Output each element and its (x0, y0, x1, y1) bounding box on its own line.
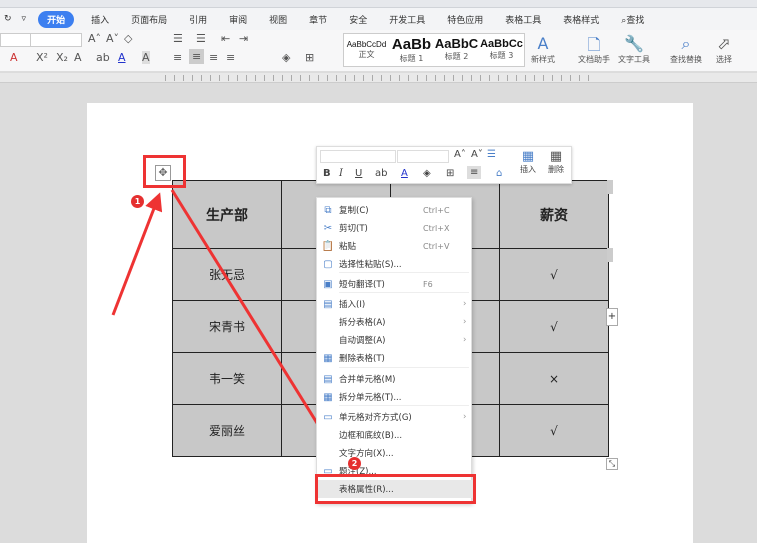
menu-item-label: 自动调整(A) (339, 336, 386, 346)
menu-item-icon: ▢ (323, 258, 333, 270)
context-menu-item[interactable]: ▢ 选择性粘贴(S)... (317, 255, 473, 273)
context-menu-item[interactable]: 边框和底纹(B)... (317, 426, 473, 444)
context-menu: ⧉ 复制(C) Ctrl+C ✂ 剪切(T) Ctrl+X 📋 粘贴 Ctrl+V ▢ 选择性粘贴(… (316, 197, 473, 503)
menu-item-icon: ✂ (323, 222, 333, 234)
step-badge-2: 2 (348, 457, 361, 470)
font-color-icon[interactable]: A (401, 168, 408, 179)
menu-item-label: 复制(C) (339, 206, 369, 216)
menu-item-shortcut: F6 (423, 279, 433, 289)
menu-item-icon: ▦ (323, 352, 333, 364)
submenu-arrow-icon: › (463, 317, 467, 327)
line-spacing-icon[interactable]: ☰ (487, 149, 496, 160)
submenu-arrow-icon: › (463, 299, 467, 309)
menu-separator (339, 272, 469, 273)
menu-item-icon: ▣ (323, 278, 333, 290)
menu-item-icon: ▦ (323, 391, 333, 403)
menu-item-label: 拆分单元格(T)... (339, 393, 402, 403)
context-menu-item[interactable]: 拆分表格(A) › (317, 313, 473, 331)
annotation-box-table-properties (315, 474, 476, 504)
menu-separator (339, 405, 469, 406)
menu-item-shortcut: Ctrl+V (423, 241, 450, 251)
highlight-icon[interactable]: ab (375, 168, 387, 179)
grow-font-icon[interactable]: A˄ (454, 149, 466, 160)
insert-button[interactable]: ▦ 插入 (515, 149, 541, 175)
border-icon[interactable]: ⊞ (446, 168, 454, 179)
menu-item-icon: 📋 (321, 240, 335, 252)
menu-separator (339, 292, 469, 293)
menu-item-label: 删除表格(T) (339, 354, 385, 364)
menu-item-icon: ▤ (323, 298, 333, 310)
menu-item-shortcut: Ctrl+X (423, 223, 450, 233)
shading-icon[interactable]: ◈ (423, 168, 431, 179)
menu-item-label: 粘贴 (339, 242, 357, 252)
insert-label: 插入 (520, 165, 536, 174)
underline-icon[interactable]: U (355, 168, 362, 179)
context-menu-item[interactable]: ▦ 删除表格(T) (317, 349, 473, 367)
mini-toolbar: A˄ A˅ ☰ B I U ab A ◈ ⊞ ≡ ⌂ ▦ 插入 ▦ 删除 (316, 146, 572, 184)
submenu-arrow-icon: › (463, 412, 467, 422)
menu-item-label: 剪切(T) (339, 224, 368, 234)
menu-item-label: 拆分表格(A) (339, 318, 386, 328)
context-menu-item[interactable]: ▦ 拆分单元格(T)... (317, 388, 473, 406)
context-menu-item[interactable]: ▤ 合并单元格(M) (317, 370, 473, 388)
context-menu-item[interactable]: ⧉ 复制(C) Ctrl+C (317, 201, 473, 219)
menu-item-label: 选择性粘贴(S)... (339, 260, 402, 270)
context-menu-item[interactable]: ✂ 剪切(T) Ctrl+X (317, 219, 473, 237)
mini-font-select[interactable] (320, 150, 396, 163)
submenu-arrow-icon: › (463, 335, 467, 345)
insert-table-icon: ▦ (521, 149, 535, 164)
context-menu-item[interactable]: ▭ 单元格对齐方式(G) › (317, 408, 473, 426)
menu-separator (339, 367, 469, 368)
menu-item-label: 插入(I) (339, 300, 366, 310)
menu-item-icon: ▤ (323, 373, 333, 385)
italic-icon[interactable]: I (339, 168, 343, 179)
context-menu-item[interactable]: 📋 粘贴 Ctrl+V (317, 237, 473, 255)
eraser-icon[interactable]: ⌂ (496, 168, 502, 179)
delete-button[interactable]: ▦ 删除 (543, 149, 569, 175)
menu-item-label: 合并单元格(M) (339, 375, 396, 385)
context-menu-item[interactable]: ▣ 短句翻译(T) F6 (317, 275, 473, 293)
menu-item-icon: ▭ (323, 411, 333, 423)
delete-table-icon: ▦ (549, 149, 563, 164)
menu-item-icon: ⧉ (324, 204, 332, 216)
context-menu-item[interactable]: ▤ 插入(I) › (317, 295, 473, 313)
align-icon[interactable]: ≡ (467, 166, 482, 179)
menu-item-label: 边框和底纹(B)... (339, 431, 403, 441)
shrink-font-icon[interactable]: A˅ (471, 149, 483, 160)
context-menu-item[interactable]: 文字方向(X)... (317, 444, 473, 462)
mini-size-select[interactable] (397, 150, 449, 163)
menu-item-shortcut: Ctrl+C (423, 205, 450, 215)
menu-item-label: 单元格对齐方式(G) (339, 413, 412, 423)
bold-icon[interactable]: B (323, 168, 331, 179)
delete-label: 删除 (548, 165, 564, 174)
arrow-to-handle (111, 192, 163, 316)
context-menu-item[interactable]: 自动调整(A) › (317, 331, 473, 349)
menu-item-label: 短句翻译(T) (339, 280, 385, 290)
